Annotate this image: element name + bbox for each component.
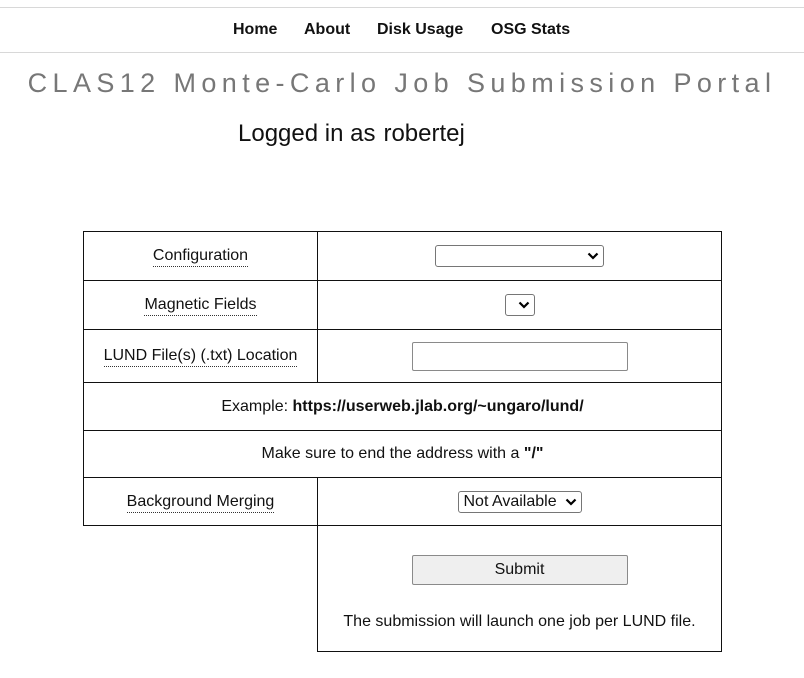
lund-location-label: LUND File(s) (.txt) Location (103, 347, 298, 367)
empty-cell (84, 526, 318, 652)
lund-input-cell (317, 329, 722, 383)
logged-in-status: Logged in as robertej (238, 120, 465, 148)
submit-cell: Submit The submission will launch one jo… (317, 525, 722, 652)
configuration-label-cell: Configuration (83, 231, 318, 281)
submit-note: The submission will launch one job per L… (343, 612, 696, 630)
chevron-down-icon (587, 252, 599, 260)
lund-label-cell: LUND File(s) (.txt) Location (83, 329, 318, 383)
configuration-select[interactable] (435, 245, 604, 267)
example-label: Example: (221, 397, 289, 415)
username: robertej (383, 120, 465, 147)
page-title: CLAS12 Monte-Carlo Job Submission Portal (27, 68, 777, 98)
logged-in-label: Logged in as (238, 120, 376, 147)
chevron-down-icon (518, 301, 529, 309)
nav-about-link[interactable]: About (304, 21, 350, 39)
end-note-row: Make sure to end the address with a "/" (83, 430, 722, 478)
background-merging-label-cell: Background Merging (83, 477, 318, 526)
magnetic-fields-label-cell: Magnetic Fields (83, 280, 318, 330)
lund-location-input[interactable] (411, 341, 628, 371)
background-merging-label: Background Merging (126, 492, 275, 513)
nav-osg-stats-link[interactable]: OSG Stats (491, 21, 570, 39)
magnetic-fields-select[interactable] (504, 294, 535, 316)
nav-home-link[interactable]: Home (233, 21, 277, 39)
end-note-char: "/" (523, 445, 544, 462)
example-row: Example: https://userweb.jlab.org/~ungar… (83, 382, 722, 431)
background-merging-input-cell: Not Available (317, 477, 722, 526)
magnetic-fields-input-cell (317, 280, 722, 330)
background-merging-selected-value: Not Available (463, 492, 557, 510)
nav-disk-usage-link[interactable]: Disk Usage (377, 21, 463, 39)
background-merging-select[interactable]: Not Available (457, 490, 582, 513)
top-navigation: Home About Disk Usage OSG Stats (0, 7, 804, 53)
configuration-label: Configuration (152, 247, 249, 267)
magnetic-fields-label: Magnetic Fields (144, 296, 257, 316)
chevron-down-icon (565, 498, 576, 506)
example-url: https://userweb.jlab.org/~ungaro/lund/ (292, 397, 584, 415)
end-note-text: Make sure to end the address with a (261, 445, 520, 462)
submit-button[interactable]: Submit (411, 554, 628, 585)
configuration-input-cell (317, 231, 722, 281)
job-submission-form: Configuration Magnetic Fields LUND File(… (83, 231, 722, 652)
